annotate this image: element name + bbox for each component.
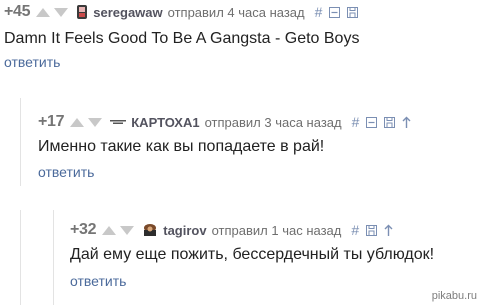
parent-comment-arrow-icon[interactable] xyxy=(402,116,411,128)
downvote-icon[interactable] xyxy=(88,117,103,127)
comment-timestamp: отправил 1 час назад xyxy=(211,222,342,238)
comment-header: +45 seregawaw отправил 4 часа назад # xyxy=(4,2,365,22)
upvote-icon[interactable] xyxy=(70,117,85,127)
upvote-icon[interactable] xyxy=(36,7,51,17)
collapse-icon[interactable] xyxy=(366,116,378,128)
comment: +32 tagirov отправил 1 час назад # Дай е… xyxy=(0,210,481,305)
comment: +17 КАРТОХА1 отправил 3 часа назад # Име… xyxy=(0,98,481,186)
comment-text: Именно такие как вы попадаете в рай! xyxy=(38,138,325,155)
reply-link[interactable]: ответить xyxy=(38,164,94,180)
comment-header: +32 tagirov отправил 1 час назад # xyxy=(70,220,400,240)
reply-link[interactable]: ответить xyxy=(70,273,126,289)
comment-text: Damn It Feels Good To Be A Gangsta - Get… xyxy=(4,30,360,47)
save-icon[interactable] xyxy=(384,116,396,128)
downvote-icon[interactable] xyxy=(54,7,69,17)
permalink-hash-icon[interactable]: # xyxy=(352,115,360,129)
comment-timestamp: отправил 3 часа назад xyxy=(204,114,342,130)
upvote-icon[interactable] xyxy=(102,225,117,235)
avatar[interactable] xyxy=(76,5,88,19)
parent-comment-arrow-icon[interactable] xyxy=(384,224,393,236)
comment: +45 seregawaw отправил 4 часа назад # Da… xyxy=(0,0,481,78)
thread-line xyxy=(20,98,21,186)
comment-username[interactable]: seregawaw xyxy=(93,5,162,20)
permalink-hash-icon[interactable]: # xyxy=(315,5,323,19)
comment-username[interactable]: tagirov xyxy=(163,223,206,238)
comment-rating: +32 xyxy=(70,221,97,238)
avatar[interactable] xyxy=(110,118,127,126)
thread-line xyxy=(53,210,54,305)
reply-link[interactable]: ответить xyxy=(4,54,60,70)
save-icon[interactable] xyxy=(347,6,359,18)
collapse-icon[interactable] xyxy=(329,6,341,18)
comment-rating: +45 xyxy=(4,3,31,20)
comment-rating: +17 xyxy=(38,113,65,130)
downvote-icon[interactable] xyxy=(120,225,135,235)
comment-text: Дай ему еще пожить, бессердечный ты ублю… xyxy=(70,246,435,263)
thread-line xyxy=(20,210,21,305)
comment-timestamp: отправил 4 часа назад xyxy=(167,4,305,20)
comment-username[interactable]: КАРТОХА1 xyxy=(131,115,199,130)
watermark: pikabu.ru xyxy=(431,290,477,302)
save-icon[interactable] xyxy=(366,224,378,236)
comment-header: +17 КАРТОХА1 отправил 3 часа назад # xyxy=(38,112,418,132)
avatar[interactable] xyxy=(142,223,158,237)
permalink-hash-icon[interactable]: # xyxy=(351,223,359,237)
